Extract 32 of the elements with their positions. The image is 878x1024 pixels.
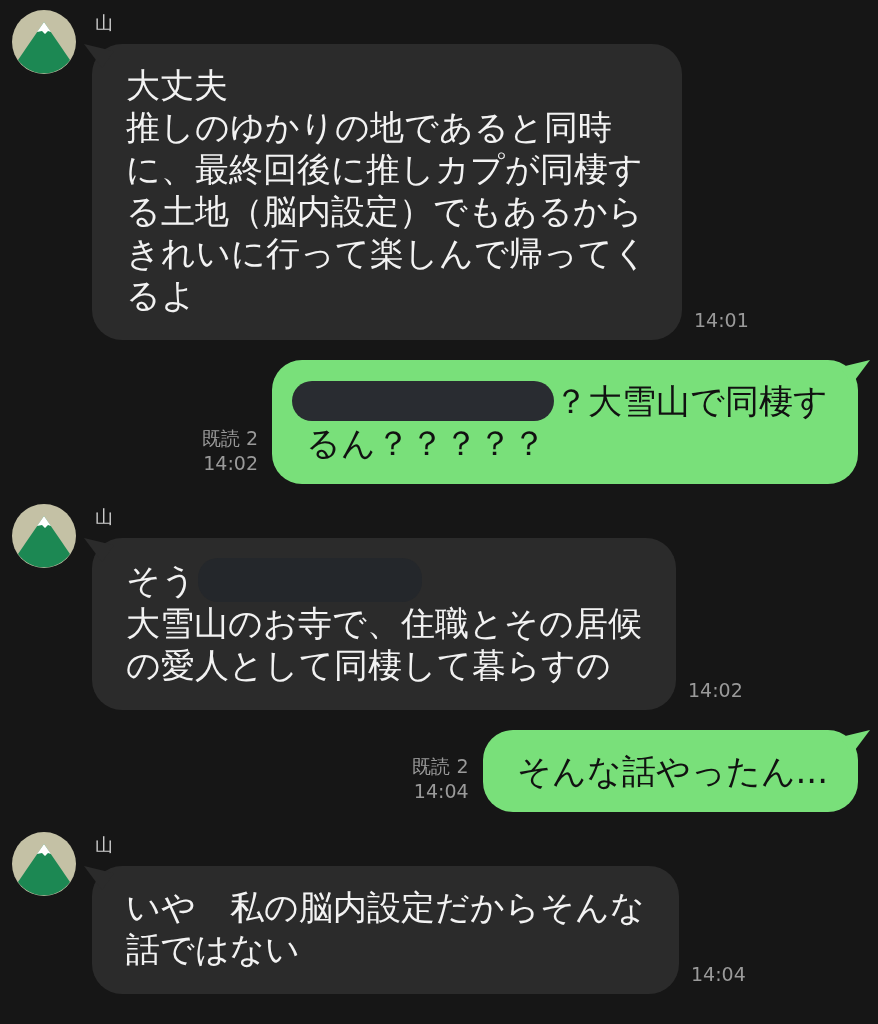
message-text: るよ (126, 274, 196, 316)
message-text: 話ではない (126, 928, 300, 970)
message-bubble[interactable]: そんな話やったん... (482, 730, 858, 812)
mountain-avatar-icon[interactable] (12, 504, 76, 568)
message-bubble[interactable]: そう 大雪山のお寺で、住職とその居候 の愛人として同棲して暮らすの (92, 538, 676, 710)
message-time: 14:04 (691, 962, 746, 986)
message-text: ？大雪山で同棲す (554, 380, 828, 422)
sender-name: 山 (95, 11, 113, 35)
mountain-avatar-icon[interactable] (12, 10, 76, 74)
message-time: 14:02 (203, 451, 258, 476)
message-text: るん？？？？？ (306, 422, 546, 464)
message-text: いや 私の脳内設定だからそんな (126, 886, 645, 928)
message-text: そう (126, 559, 196, 601)
sender-name: 山 (95, 833, 113, 857)
message-bubble[interactable]: いや 私の脳内設定だからそんな 話ではない (92, 866, 679, 994)
message-text: そんな話やったん... (516, 750, 828, 792)
sender-name: 山 (95, 505, 113, 529)
message-text: る土地（脳内設定）でもあるから (126, 190, 643, 232)
message-text: に、最終回後に推しカプが同棲す (126, 148, 643, 190)
read-receipt: 既読 2 (412, 754, 469, 779)
message-text: 推しのゆかりの地であると同時 (126, 106, 612, 148)
read-receipt: 既読 2 (201, 426, 258, 451)
message-time: 14:02 (688, 678, 743, 702)
message-text: 大丈夫 (126, 64, 228, 106)
mountain-avatar-icon[interactable] (12, 832, 76, 896)
message-time: 14:04 (413, 779, 469, 804)
message-time: 14:01 (694, 308, 749, 332)
message-text: きれいに行って楽しんで帰ってく (126, 232, 648, 274)
message-text: の愛人として同棲して暮らすの (126, 644, 611, 686)
message-bubble[interactable]: 大丈夫 推しのゆかりの地であると同時 に、最終回後に推しカプが同棲す る土地（脳内設定）でもあるから きれいに行って楽しんで帰ってく るよ (92, 44, 682, 340)
message-text: 大雪山のお寺で、住職とその居候 (126, 602, 642, 644)
message-bubble[interactable]: ？大雪山で同棲す るん？？？？？ (272, 360, 858, 484)
